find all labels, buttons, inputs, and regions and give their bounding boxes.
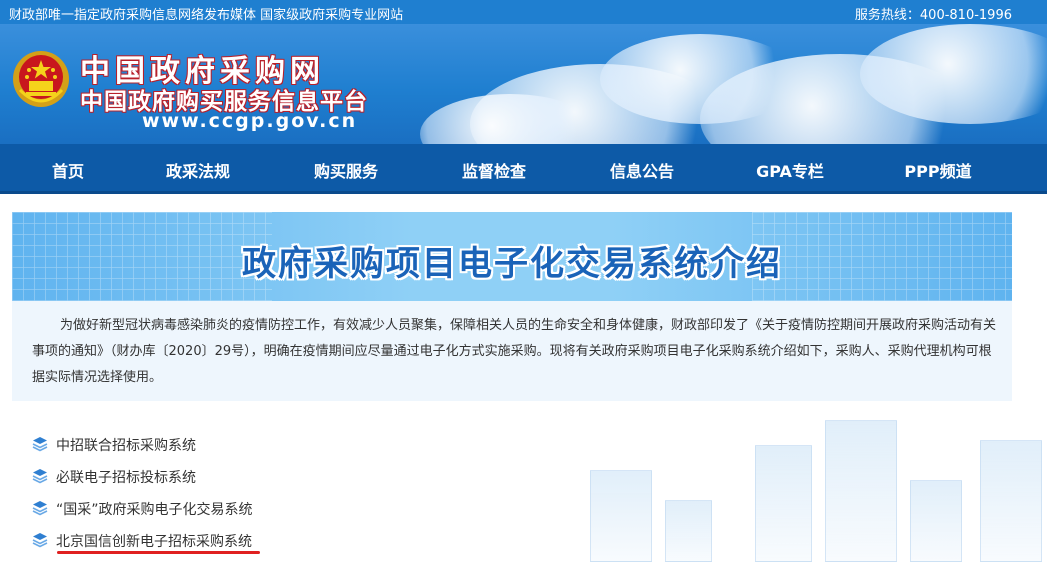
city-background-decoration [570,420,1047,562]
main-nav: 首页 政采法规 购买服务 监督检查 信息公告 GPA专栏 PPP频道 [0,144,1047,194]
site-url[interactable]: www.ccgp.gov.cn [142,110,357,132]
list-item-label[interactable]: 必联电子招标投标系统 [56,467,196,487]
national-emblem-icon [13,51,69,107]
nav-item-purchase-services[interactable]: 购买服务 [286,158,406,182]
intro-text: 为做好新型冠状病毒感染肺炎的疫情防控工作，有效减少人员聚集，保障相关人员的生命安… [32,318,997,385]
nav-item-announcements[interactable]: 信息公告 [582,158,702,182]
site-header: 中国政府采购网 中国政府购买服务信息平台 www.ccgp.gov.cn [0,24,1047,144]
stack-layers-icon [32,501,48,516]
stack-layers-icon [32,533,48,548]
intro-panel: 为做好新型冠状病毒感染肺炎的疫情防控工作，有效减少人员聚集，保障相关人员的生命安… [12,301,1012,401]
highlight-underline [57,551,260,554]
page-banner: 政府采购项目电子化交易系统介绍 [12,212,1012,301]
list-item-label[interactable]: “国采”政府采购电子化交易系统 [56,499,253,519]
nav-item-home[interactable]: 首页 [8,158,128,182]
nav-item-supervision[interactable]: 监督检查 [434,158,554,182]
site-slogan: 财政部唯一指定政府采购信息网络发布媒体 国家级政府采购专业网站 [9,8,404,23]
top-info-bar: 财政部唯一指定政府采购信息网络发布媒体 国家级政府采购专业网站 服务热线：400… [0,0,1047,24]
nav-item-regulations[interactable]: 政采法规 [138,158,258,182]
list-item-label[interactable]: 中招联合招标采购系统 [56,435,196,455]
service-hotline: 服务热线：400-810-1996 [854,8,1012,23]
list-item-label[interactable]: 北京国信创新电子招标采购系统 [56,531,252,551]
nav-item-ppp[interactable]: PPP频道 [878,158,998,182]
nav-item-gpa[interactable]: GPA专栏 [730,158,850,182]
page-title: 政府采购项目电子化交易系统介绍 [242,244,782,284]
stack-layers-icon [32,437,48,452]
stack-layers-icon [32,469,48,484]
